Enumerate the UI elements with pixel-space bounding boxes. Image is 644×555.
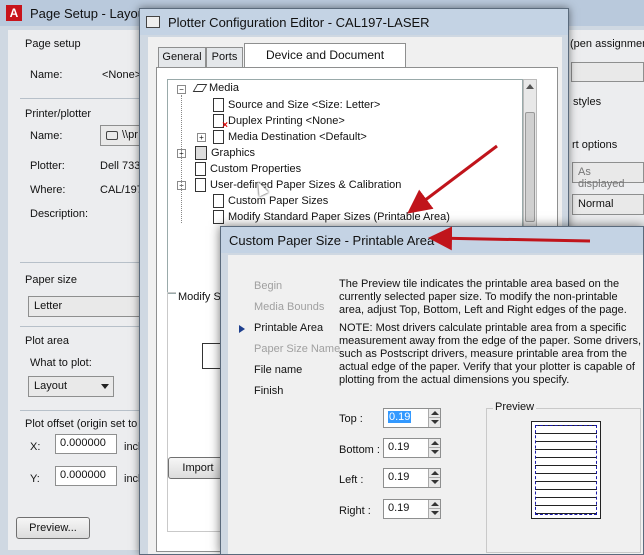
preview-group-label: Preview bbox=[493, 401, 537, 413]
document-icon bbox=[213, 130, 224, 144]
tree-expand-icon[interactable]: + bbox=[197, 133, 206, 142]
divider bbox=[20, 410, 148, 411]
tree-item-modify-standard-sizes[interactable]: Modify Standard Paper Sizes (Printable A… bbox=[213, 210, 450, 224]
graphics-icon bbox=[195, 146, 207, 160]
left-input[interactable]: 0.19 bbox=[383, 468, 441, 488]
document-icon bbox=[213, 98, 224, 112]
what-to-plot-select[interactable]: Layout bbox=[28, 376, 114, 397]
tree-item-source-size[interactable]: Source and Size <Size: Letter> bbox=[213, 98, 380, 112]
spin-up-icon[interactable] bbox=[428, 500, 440, 509]
properties-icon bbox=[195, 162, 206, 176]
import-button[interactable]: Import bbox=[168, 457, 228, 479]
viewport-options-label: rt options bbox=[572, 139, 618, 151]
page-setup-title: Page Setup - Layout1 bbox=[30, 5, 156, 21]
pen-assignment-label: (pen assignment bbox=[570, 38, 644, 50]
printable-area-outline bbox=[535, 425, 597, 515]
x-offset-label: X: bbox=[30, 441, 41, 453]
paper-size-select[interactable]: Letter bbox=[28, 296, 152, 317]
active-step-arrow-icon bbox=[239, 325, 245, 333]
paper-sizes-icon bbox=[195, 178, 206, 192]
spin-down-icon[interactable] bbox=[428, 418, 440, 427]
note-text: NOTE: Most drivers calculate printable a… bbox=[339, 322, 642, 386]
shade-plot-select[interactable]: As displayed bbox=[572, 162, 644, 190]
tree-item-custom-paper-sizes[interactable]: Custom Paper Sizes bbox=[213, 194, 328, 208]
document-error-icon: × bbox=[213, 114, 228, 131]
plot-area-group-label: Plot area bbox=[25, 335, 70, 347]
custom-paper-window: Custom Paper Size - Printable Area Begin… bbox=[220, 226, 644, 555]
bottom-label: Bottom : bbox=[339, 444, 380, 456]
what-to-plot-label: What to plot: bbox=[30, 357, 92, 369]
plotter-value: Dell 733( bbox=[100, 160, 145, 172]
plotter-editor-titlebar: Plotter Configuration Editor - CAL197-LA… bbox=[140, 9, 568, 35]
description-label: Description: bbox=[30, 208, 89, 220]
scroll-thumb[interactable] bbox=[525, 112, 535, 222]
y-offset-label: Y: bbox=[30, 473, 40, 485]
y-offset-input[interactable]: 0.000000 bbox=[55, 466, 117, 486]
spin-up-icon[interactable] bbox=[428, 409, 440, 418]
wizard-step-begin[interactable]: Begin bbox=[254, 280, 282, 292]
printer-name-label: Name: bbox=[30, 130, 63, 142]
tree-item-duplex[interactable]: × Duplex Printing <None> bbox=[213, 114, 345, 131]
tab-device-settings[interactable]: Device and Document Settings bbox=[244, 43, 406, 84]
plotter-icon bbox=[146, 16, 160, 28]
tree-item-custom-properties[interactable]: Custom Properties bbox=[195, 162, 301, 176]
spin-up-icon[interactable] bbox=[428, 439, 440, 448]
right-input[interactable]: 0.19 bbox=[383, 499, 441, 519]
divider bbox=[20, 326, 148, 327]
spin-up-icon[interactable] bbox=[428, 469, 440, 478]
page-preview bbox=[531, 421, 601, 519]
custom-paper-titlebar: Custom Paper Size - Printable Area bbox=[221, 227, 643, 253]
tab-general[interactable]: General bbox=[158, 47, 206, 67]
right-label: Right : bbox=[339, 505, 371, 517]
quality-select[interactable]: Normal bbox=[572, 194, 644, 215]
pen-assignment-select[interactable] bbox=[571, 62, 644, 82]
printable-area-icon bbox=[213, 210, 224, 224]
divider bbox=[20, 98, 148, 99]
paper-size-group-label: Paper size bbox=[25, 274, 77, 286]
tree-item-user-defined-sizes[interactable]: User-defined Paper Sizes & Calibration bbox=[195, 178, 401, 192]
spin-down-icon[interactable] bbox=[428, 448, 440, 457]
plotter-editor-title: Plotter Configuration Editor - CAL197-LA… bbox=[168, 14, 430, 30]
left-label: Left : bbox=[339, 474, 364, 486]
bottom-input[interactable]: 0.19 bbox=[383, 438, 441, 458]
wizard-step-finish[interactable]: Finish bbox=[254, 385, 283, 397]
autocad-logo-icon: A bbox=[6, 5, 22, 21]
modify-group-label: Modify St bbox=[176, 291, 226, 303]
custom-paper-icon bbox=[213, 194, 224, 208]
custom-paper-title: Custom Paper Size - Printable Area bbox=[229, 232, 435, 248]
scroll-up-arrow-icon[interactable] bbox=[526, 84, 534, 89]
media-icon bbox=[192, 84, 208, 92]
divider bbox=[20, 262, 148, 263]
plot-offset-group-label: Plot offset (origin set to bbox=[25, 418, 138, 430]
spin-down-icon[interactable] bbox=[428, 509, 440, 518]
tree-collapse-icon[interactable]: − bbox=[177, 85, 186, 94]
printer-icon bbox=[106, 130, 118, 140]
wizard-step-paper-size-name[interactable]: Paper Size Name bbox=[254, 343, 340, 355]
x-offset-input[interactable]: 0.000000 bbox=[55, 434, 117, 454]
name-value: <None> bbox=[102, 69, 142, 81]
name-label: Name: bbox=[30, 69, 63, 81]
wizard-step-printable-area[interactable]: Printable Area bbox=[254, 322, 323, 334]
preview-button[interactable]: Preview... bbox=[16, 517, 90, 539]
top-input[interactable]: 0.19 bbox=[383, 408, 441, 428]
modify-group bbox=[167, 292, 227, 532]
where-label: Where: bbox=[30, 184, 66, 196]
chevron-down-icon bbox=[101, 384, 109, 389]
page-setup-group-label: Page setup bbox=[25, 38, 81, 50]
wizard-step-media-bounds[interactable]: Media Bounds bbox=[254, 301, 324, 313]
top-label: Top : bbox=[339, 413, 363, 425]
tab-ports[interactable]: Ports bbox=[206, 47, 243, 67]
where-value: CAL/197 bbox=[100, 184, 143, 196]
plotter-label: Plotter: bbox=[30, 160, 65, 172]
spin-down-icon[interactable] bbox=[428, 478, 440, 487]
tree-item-graphics[interactable]: Graphics bbox=[195, 146, 255, 160]
tree-connector-lines bbox=[181, 95, 182, 223]
tree-item-media[interactable]: Media bbox=[192, 82, 239, 94]
tree-item-media-destination[interactable]: Media Destination <Default> bbox=[213, 130, 367, 144]
wizard-step-file-name[interactable]: File name bbox=[254, 364, 302, 376]
description-text: The Preview tile indicates the printable… bbox=[339, 278, 627, 316]
plot-styles-label: styles bbox=[573, 96, 602, 108]
printer-plotter-group-label: Printer/plotter bbox=[25, 108, 92, 120]
